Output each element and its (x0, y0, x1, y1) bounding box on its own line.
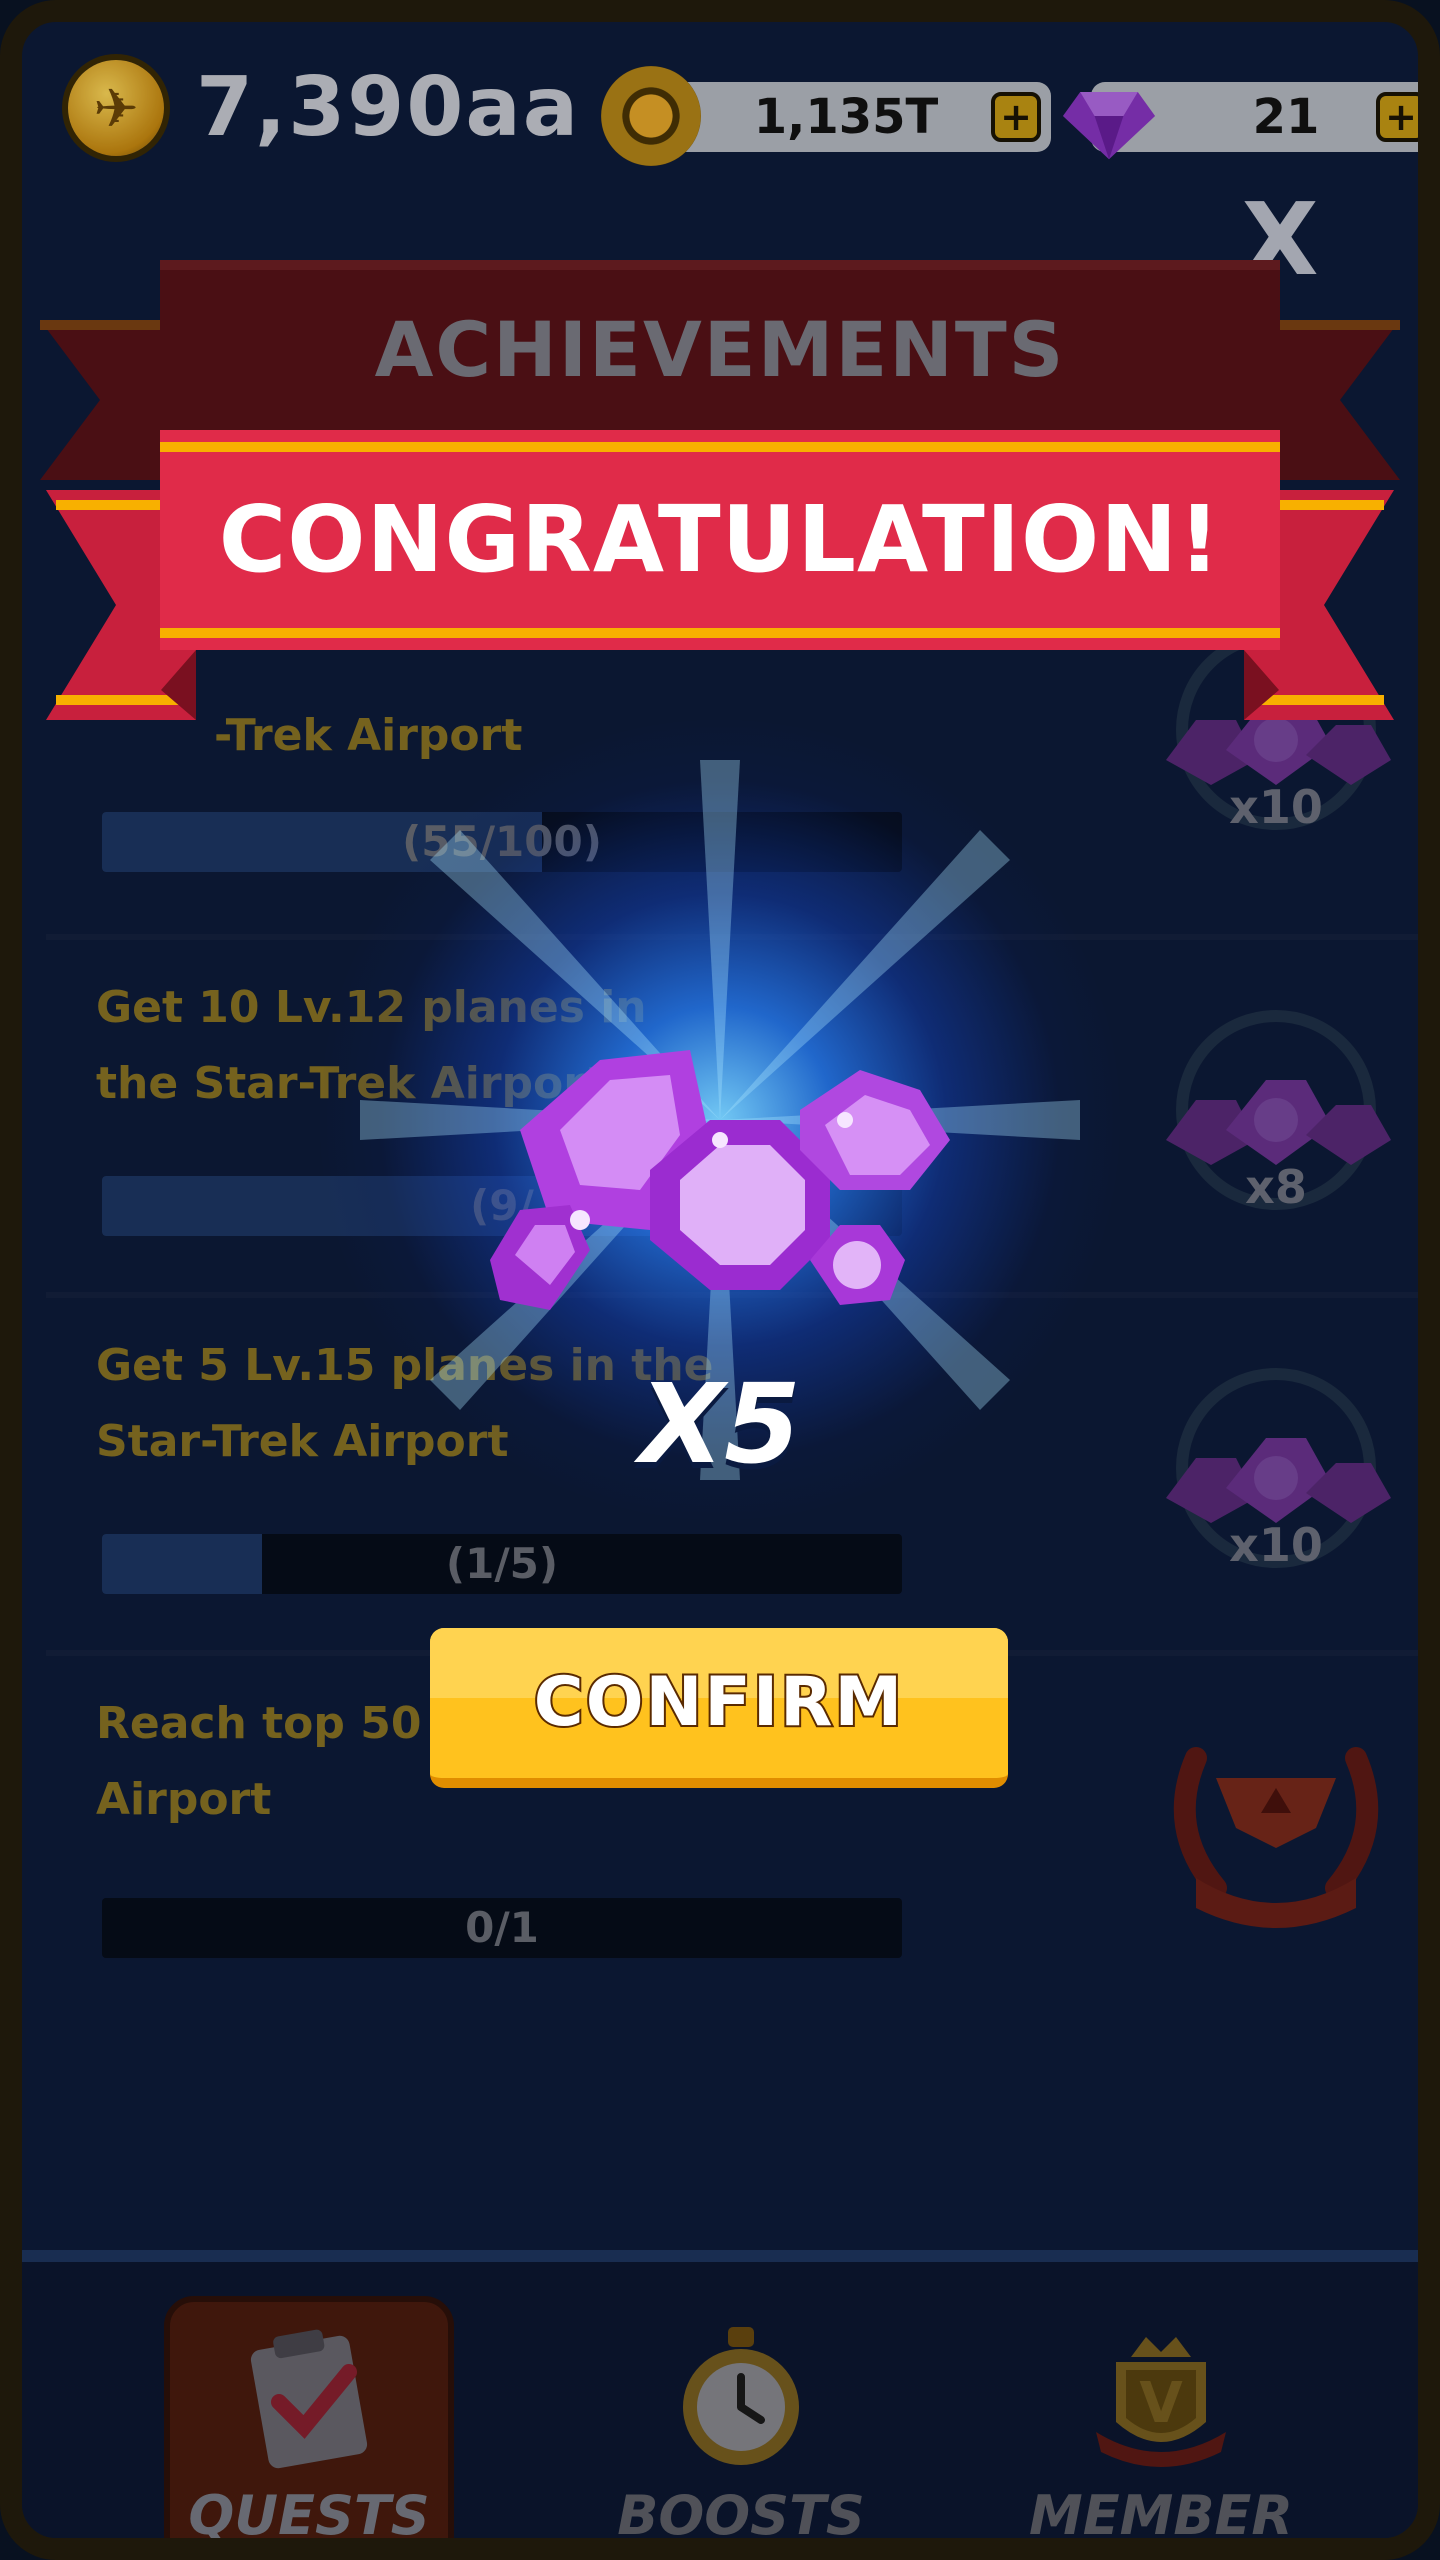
gem-cluster-icon (490, 1050, 950, 1310)
currency-bar: ✈ 7,390aa 1,135T + 21 + (46, 40, 1418, 166)
rank-laurel-icon (1173, 1747, 1379, 1928)
achievement-reward: x8 (1156, 1010, 1406, 1240)
achievement-reward-count: x10 (1229, 1518, 1323, 1572)
confirm-label: CONFIRM (532, 1661, 905, 1744)
achievements-title: ACHIEVEMENTS (374, 305, 1066, 394)
achievement-reward-count: x8 (1245, 1160, 1307, 1214)
coin-icon: ✈ (68, 60, 164, 156)
gem-balance: 21 (1252, 89, 1320, 145)
add-gems-button[interactable]: + (1376, 92, 1418, 142)
gem-icon (1062, 92, 1156, 160)
tab-member[interactable]: V MEMBER (1016, 2262, 1306, 2547)
ticket-balance: 1,135T (753, 89, 939, 145)
stopwatch-icon (683, 2327, 799, 2465)
tab-boosts[interactable]: BOOSTS (596, 2262, 886, 2547)
reward-display: X5 (320, 720, 1120, 1580)
congratulation-banner: ACHIEVEMENTS CONGRATULATION! (40, 240, 1400, 740)
coin-balance: 7,390aa (196, 60, 581, 155)
achievement-progress-bar: 0/1 (102, 1898, 902, 1958)
achievements-ribbon: ACHIEVEMENTS (160, 260, 1280, 430)
achievement-reward: x10 (1156, 1368, 1406, 1598)
achievement-reward-count: x10 (1229, 780, 1323, 834)
gem-pile-icon (1166, 1080, 1391, 1165)
tab-member-label: MEMBER (1029, 2484, 1293, 2547)
reward-amount: X5 (639, 1360, 801, 1488)
tab-boosts-label: BOOSTS (617, 2484, 865, 2547)
svg-text:V: V (1139, 2371, 1183, 2436)
clipboard-check-icon (250, 2329, 368, 2469)
tab-quests-label: QUESTS (188, 2484, 430, 2547)
congratulation-ribbon: CONGRATULATION! (160, 430, 1280, 650)
achievement-progress-text: 0/1 (465, 1903, 539, 1952)
tab-quests[interactable]: QUESTS (164, 2262, 454, 2547)
bottom-nav: QUESTS BOOSTS V MEMBER (22, 2250, 1418, 2547)
gem-pile-icon (1166, 1438, 1391, 1523)
add-tickets-button[interactable]: + (991, 92, 1041, 142)
congratulation-title: CONGRATULATION! (218, 486, 1222, 593)
confirm-button[interactable]: CONFIRM (430, 1628, 1008, 1788)
vip-crown-badge-icon: V (1096, 2337, 1226, 2467)
ticket-token-icon (601, 66, 701, 166)
ticket-balance-pill: 1,135T + (641, 82, 1051, 152)
